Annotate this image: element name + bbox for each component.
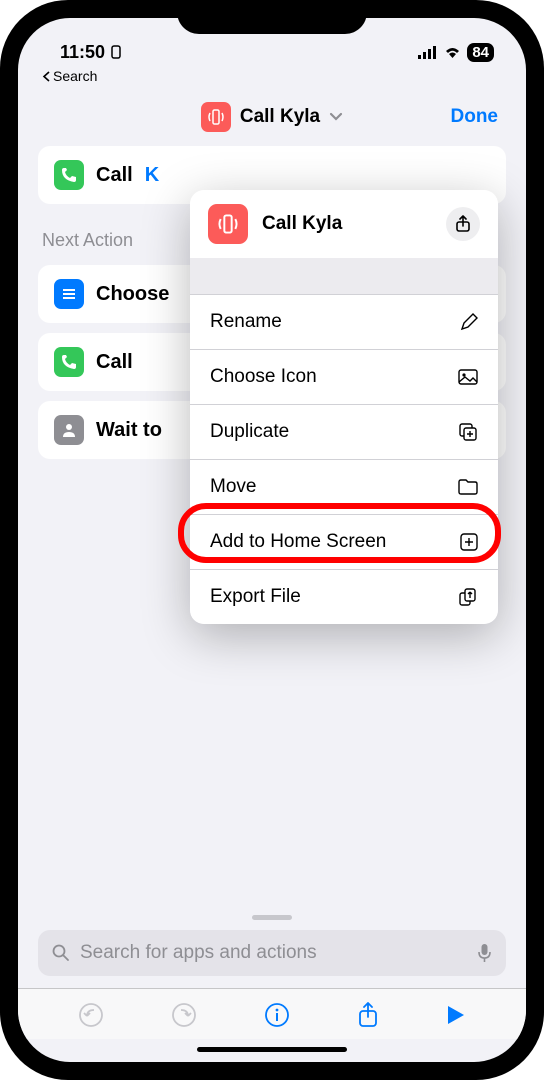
done-button[interactable]: Done <box>451 106 499 128</box>
menu-label: Export File <box>210 586 301 608</box>
phone-icon <box>54 160 84 190</box>
bottom-area: Search for apps and actions <box>18 915 526 1062</box>
share-button[interactable] <box>357 1001 379 1029</box>
suggestion-label: Call <box>96 351 133 374</box>
suggestion-label: Choose <box>96 283 169 306</box>
folder-icon <box>458 479 478 495</box>
add-square-icon <box>460 533 478 551</box>
notch <box>177 0 367 34</box>
search-bar[interactable]: Search for apps and actions <box>38 930 506 976</box>
menu-label: Duplicate <box>210 421 289 443</box>
battery-icon: 84 <box>467 43 494 62</box>
vibrate-phone-icon <box>207 108 225 126</box>
orientation-lock-icon <box>109 44 123 60</box>
share-button[interactable] <box>446 207 480 241</box>
header-title-text: Call Kyla <box>240 106 320 128</box>
duplicate-icon <box>458 422 478 442</box>
grabber-handle[interactable] <box>252 915 292 920</box>
popover-header: Call Kyla <box>190 190 498 258</box>
status-time: 11:50 <box>60 42 105 63</box>
info-button[interactable] <box>264 1002 290 1028</box>
pencil-icon <box>460 313 478 331</box>
undo-button[interactable] <box>78 1002 104 1028</box>
chevron-down-icon <box>329 112 343 122</box>
search-icon <box>52 944 70 962</box>
shortcut-icon <box>201 102 231 132</box>
menu-label: Choose Icon <box>210 366 317 388</box>
shortcut-icon <box>208 204 248 244</box>
mic-icon[interactable] <box>477 943 492 963</box>
popover-title: Call Kyla <box>262 213 432 235</box>
back-button[interactable]: Search <box>18 68 526 84</box>
phone-icon <box>54 347 84 377</box>
popover-separator <box>190 258 498 294</box>
export-icon <box>458 587 478 607</box>
menu-choose-icon[interactable]: Choose Icon <box>190 349 498 404</box>
shortcut-options-popover: Call Kyla Rename Choose Icon Duplicate M… <box>190 190 498 624</box>
chevron-left-icon <box>42 71 51 82</box>
person-icon <box>54 415 84 445</box>
image-icon <box>458 369 478 385</box>
search-placeholder: Search for apps and actions <box>80 942 317 964</box>
header-title-button[interactable]: Call Kyla <box>201 102 343 132</box>
back-label: Search <box>53 68 97 84</box>
menu-label: Rename <box>210 311 282 333</box>
phone-screen: 11:50 84 Search Call Kyla Done <box>18 18 526 1062</box>
action-param[interactable]: K <box>145 164 159 187</box>
menu-label: Add to Home Screen <box>210 531 386 553</box>
menu-add-home-screen[interactable]: Add to Home Screen <box>190 514 498 569</box>
redo-button[interactable] <box>171 1002 197 1028</box>
menu-duplicate[interactable]: Duplicate <box>190 404 498 459</box>
phone-frame: 11:50 84 Search Call Kyla Done <box>0 0 544 1080</box>
menu-label: Move <box>210 476 256 498</box>
menu-export-file[interactable]: Export File <box>190 569 498 624</box>
action-verb: Call <box>96 164 133 187</box>
vibrate-phone-icon <box>217 213 239 235</box>
cellular-icon <box>418 46 438 59</box>
wifi-icon <box>443 45 462 59</box>
suggestion-label: Wait to <box>96 419 162 442</box>
play-button[interactable] <box>446 1004 466 1026</box>
header: Call Kyla Done <box>18 84 526 146</box>
menu-icon <box>54 279 84 309</box>
toolbar <box>18 988 526 1039</box>
share-icon <box>455 215 471 233</box>
menu-move[interactable]: Move <box>190 459 498 514</box>
home-indicator[interactable] <box>197 1047 347 1052</box>
menu-rename[interactable]: Rename <box>190 294 498 349</box>
